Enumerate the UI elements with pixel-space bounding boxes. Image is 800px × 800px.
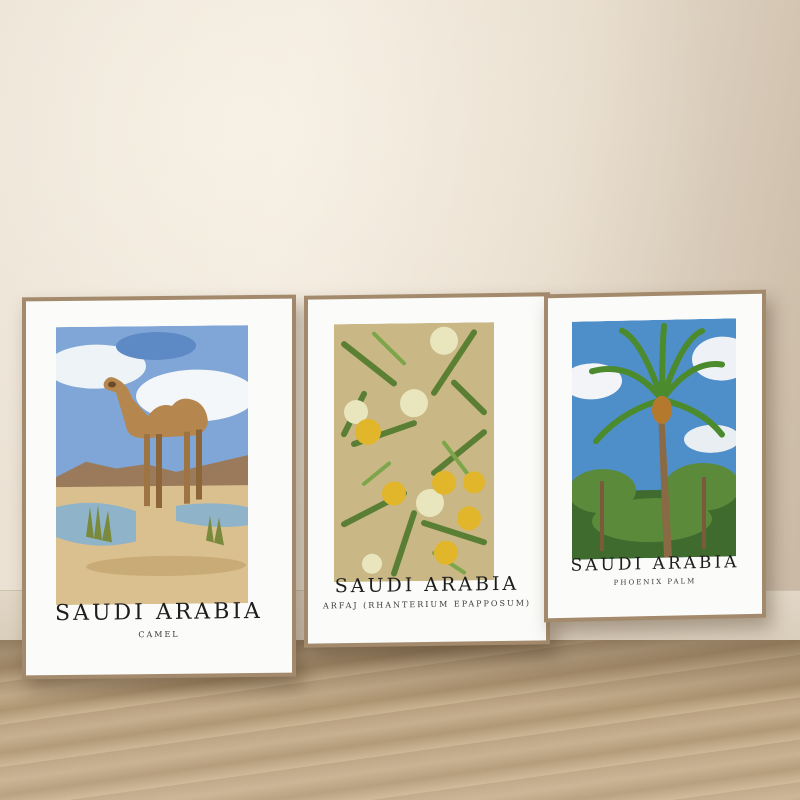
poster-title: SAUDI ARABIA [55,598,263,627]
poster-subtitle: PHOENIX PALM [613,577,697,587]
poster-mat: SAUDI ARABIA ARFAJ (RHANTERIUM EPAPPOSUM… [308,296,546,644]
camel-illustration [56,325,248,606]
poster-title: SAUDI ARABIA [334,572,520,598]
poster-frame-camel: SAUDI ARABIA CAMEL [22,294,296,680]
poster-subtitle: ARFAJ (RHANTERIUM EPAPPOSUM) [322,598,532,611]
poster-frame-arfaj: SAUDI ARABIA ARFAJ (RHANTERIUM EPAPPOSUM… [304,292,550,648]
photo-scene: SAUDI ARABIA CAMEL SAUDI ARABIA ARFAJ (R… [0,0,800,800]
poster-frame-palm: SAUDI ARABIA PHOENIX PALM [544,289,766,623]
poster-title: SAUDI ARABIA [570,552,740,576]
arfaj-flower-illustration [334,322,494,583]
palm-tree-illustration [572,318,736,560]
poster-mat: SAUDI ARABIA PHOENIX PALM [548,293,762,619]
poster-subtitle: CAMEL [138,629,180,640]
poster-mat: SAUDI ARABIA CAMEL [26,298,292,676]
